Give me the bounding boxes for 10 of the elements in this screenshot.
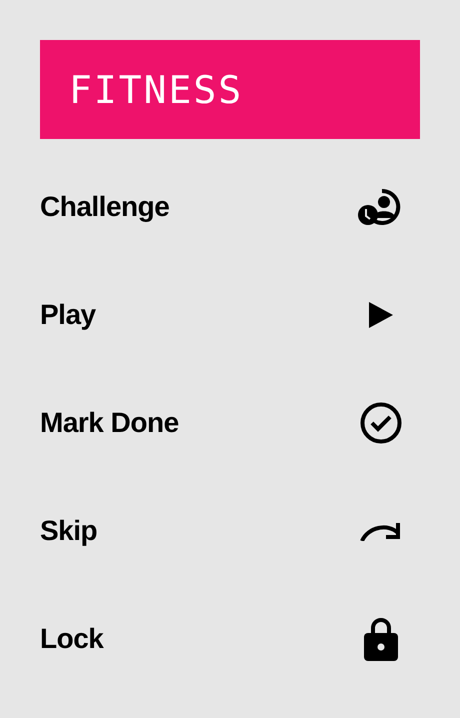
header-title: FITNESS: [69, 70, 244, 108]
curved-arrow-icon: [360, 521, 402, 541]
menu-item[interactable]: Skip: [40, 477, 420, 585]
play-icon: [369, 302, 393, 328]
menu-item[interactable]: Challenge: [40, 153, 420, 261]
lock-icon: [364, 617, 398, 661]
menu-item[interactable]: Mark Done: [40, 369, 420, 477]
check-circle-icon: [360, 402, 402, 444]
menu-item[interactable]: Lock: [40, 585, 420, 693]
menu-item[interactable]: Play: [40, 261, 420, 369]
